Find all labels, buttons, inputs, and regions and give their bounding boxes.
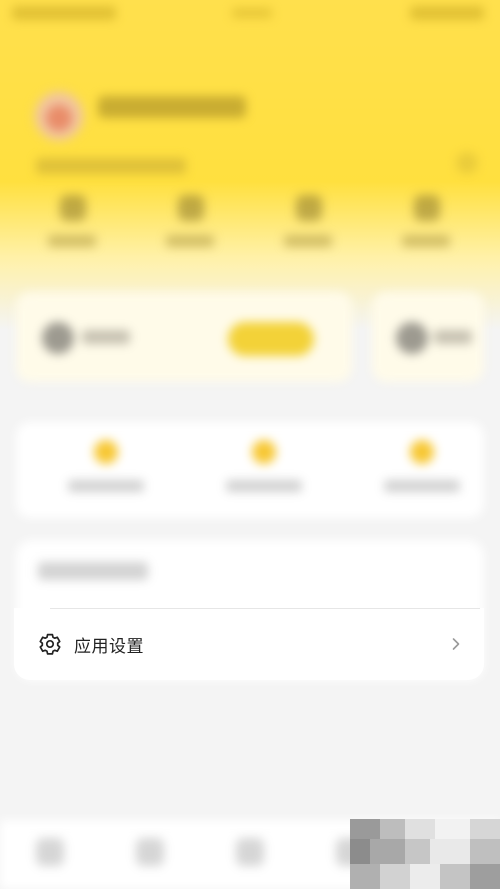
divider [50,608,480,609]
status-battery [410,6,484,20]
quick-entry-2[interactable] [160,195,220,265]
quick-entry-1[interactable] [42,195,102,265]
avatar[interactable] [33,90,85,142]
app-settings-label: 应用设置 [74,636,144,657]
status-notch [232,8,272,18]
side-card[interactable] [372,292,484,382]
chevron-right-icon [452,638,460,650]
profile-subline [36,158,186,174]
status-bar [0,0,500,28]
blurred-background-content [0,0,500,889]
membership-icon [42,322,74,354]
membership-card[interactable] [16,292,352,382]
status-time [12,6,116,20]
nav-item-3[interactable] [236,838,264,866]
tools-card [16,422,484,518]
tool-item-3[interactable] [374,440,474,500]
side-card-icon [396,322,428,354]
nav-item-1[interactable] [36,838,64,866]
quick-entry-3[interactable] [278,195,338,265]
quick-entry-4[interactable] [396,195,456,265]
profile-arrow-icon[interactable] [456,152,478,174]
username[interactable] [98,96,246,118]
nav-item-2[interactable] [136,838,164,866]
gear-icon [39,633,61,655]
side-card-text [434,330,472,344]
tool-item-2[interactable] [216,440,316,500]
membership-button[interactable] [228,322,314,356]
membership-text [82,330,130,344]
app-settings-row[interactable]: 应用设置 [14,608,484,680]
mosaic-overlay [350,819,500,889]
tool-item-1[interactable] [58,440,158,500]
section-title [38,562,148,580]
